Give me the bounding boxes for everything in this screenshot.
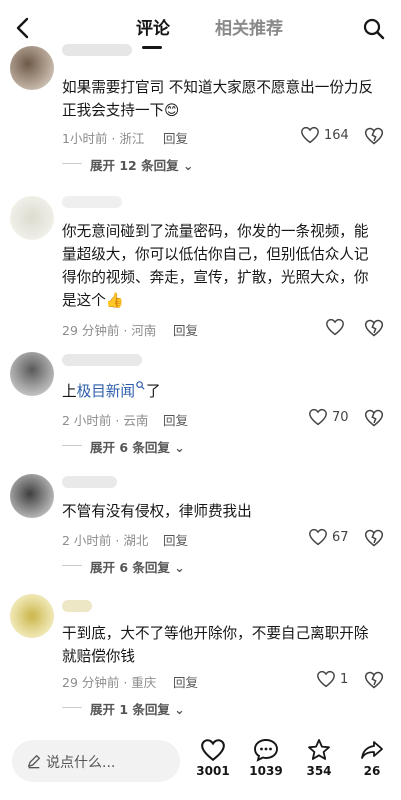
comment-text: 上极目新闻了	[62, 380, 382, 403]
comment-time-location: 2 小时前 · 云南	[62, 413, 149, 428]
pencil-icon	[28, 755, 40, 769]
heart-icon	[326, 318, 344, 336]
username-blurred[interactable]	[62, 354, 142, 366]
bottom-action-bar: 说点什么... 3001 1039 354 26	[0, 732, 401, 800]
star-icon	[308, 739, 330, 760]
username-blurred[interactable]	[62, 196, 122, 208]
comment-input[interactable]: 说点什么...	[12, 740, 180, 782]
reply-button[interactable]: 回复	[173, 320, 198, 339]
heart-icon	[317, 670, 335, 688]
like-count: 1	[340, 671, 349, 687]
like-button[interactable]: 70	[308, 408, 349, 426]
reply-button[interactable]: 回复	[173, 672, 198, 691]
like-button[interactable]: 1	[316, 670, 348, 688]
comment-text: 干到底，大不了等他开除你，不要自己离职开除就赔偿你钱	[62, 625, 369, 665]
like-button[interactable]: 164	[300, 126, 349, 144]
like-action[interactable]: 3001	[188, 738, 238, 778]
search-icon[interactable]	[362, 17, 386, 41]
favorite-action[interactable]: 354	[294, 738, 344, 778]
comment-action[interactable]: 1039	[241, 738, 291, 778]
reply-button[interactable]: 回复	[163, 128, 188, 147]
heart-icon	[201, 739, 225, 762]
heart-icon	[309, 528, 327, 546]
avatar[interactable]	[10, 594, 54, 638]
username-blurred[interactable]	[62, 476, 117, 488]
comment-time-location: 1小时前 · 浙江	[62, 131, 145, 146]
comment-time-location: 2 小时前 · 湖北	[62, 533, 149, 548]
favorite-total: 354	[306, 764, 332, 778]
like-button[interactable]: 67	[308, 528, 349, 546]
dislike-icon[interactable]	[364, 670, 384, 690]
avatar[interactable]	[10, 46, 54, 90]
username-blurred[interactable]	[62, 600, 92, 612]
share-arrow-icon	[361, 741, 383, 759]
reply-button[interactable]: 回复	[163, 410, 188, 429]
comment-total: 1039	[249, 764, 283, 778]
back-arrow-icon[interactable]	[12, 16, 36, 40]
tab-comments[interactable]: 评论	[136, 18, 170, 40]
comment-text: 不管有没有侵权，律师费我出	[62, 503, 252, 520]
like-count: 164	[324, 127, 349, 143]
avatar[interactable]	[10, 474, 54, 518]
expand-replies[interactable]: 展开 6 条回复 ⌄	[62, 557, 185, 576]
comment-bubble-icon	[254, 739, 278, 762]
expand-replies[interactable]: 展开 6 条回复 ⌄	[62, 437, 185, 456]
like-button[interactable]	[325, 318, 345, 336]
search-icon[interactable]	[135, 380, 146, 391]
avatar[interactable]	[10, 196, 54, 240]
expand-replies[interactable]: 展开 12 条回复 ⌄	[61, 155, 193, 174]
heart-icon	[301, 126, 319, 144]
dislike-icon[interactable]	[364, 318, 384, 338]
comment-text: 你无意间碰到了流量密码，你发的一条视频，能量超级大，你可以低估你自己，但别低估众…	[62, 223, 369, 309]
comment-input-placeholder: 说点什么...	[46, 755, 116, 771]
active-tab-indicator	[142, 46, 162, 49]
share-action[interactable]: 26	[347, 738, 397, 778]
comment-time-location: 29 分钟前 · 河南	[62, 323, 157, 338]
dislike-icon[interactable]	[364, 126, 384, 146]
dislike-icon[interactable]	[364, 528, 384, 548]
share-total: 26	[363, 764, 381, 778]
comment-text: 如果需要打官司 不知道大家愿不愿意出一份力反正我会支持一下😊	[62, 79, 374, 119]
username-blurred[interactable]	[62, 44, 132, 56]
like-total: 3001	[196, 764, 230, 778]
topic-link[interactable]: 极目新闻	[77, 383, 135, 400]
dislike-icon[interactable]	[364, 408, 384, 428]
like-count: 67	[332, 529, 349, 545]
top-bar: 评论 相关推荐	[0, 0, 401, 56]
tab-related[interactable]: 相关推荐	[215, 18, 283, 40]
expand-replies[interactable]: 展开 1 条回复 ⌄	[62, 699, 185, 718]
comment-time-location: 29 分钟前 · 重庆	[62, 675, 157, 690]
avatar[interactable]	[10, 352, 54, 396]
heart-icon	[309, 408, 327, 426]
like-count: 70	[332, 409, 349, 425]
reply-button[interactable]: 回复	[163, 530, 188, 549]
